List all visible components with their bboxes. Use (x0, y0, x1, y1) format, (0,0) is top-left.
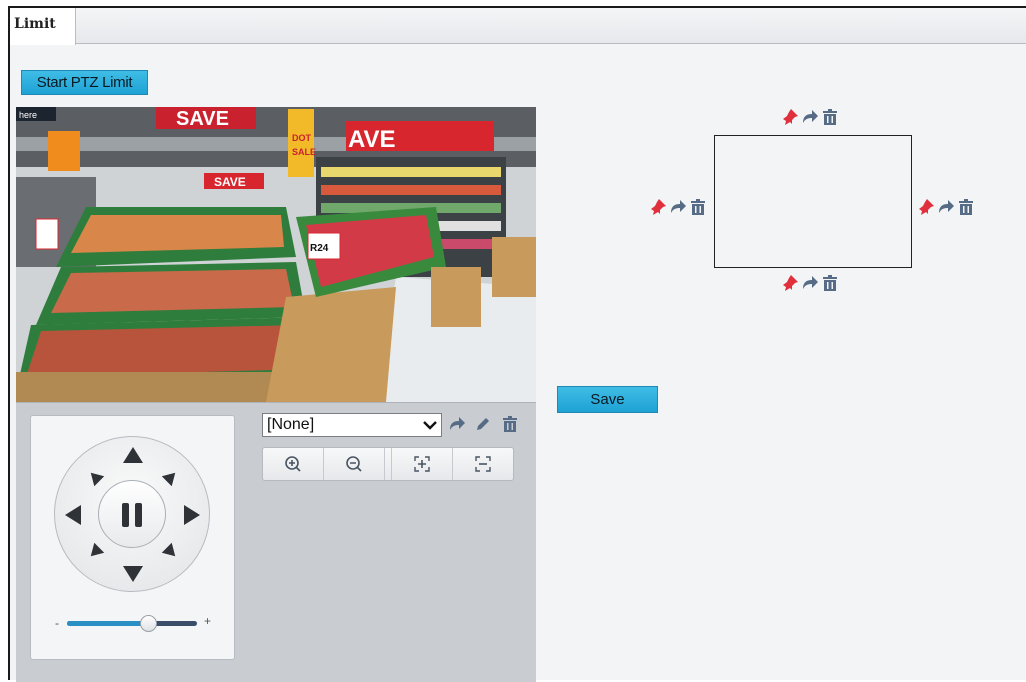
zoom-in-button[interactable] (263, 448, 324, 480)
focus-near-icon (414, 456, 430, 472)
video-preview: SAVE AVE DOT SALE SAVE R24 here (16, 107, 536, 402)
goto-bottom-limit-icon[interactable] (801, 274, 819, 297)
chevron-down-icon (423, 421, 437, 430)
speed-min-label: - (55, 616, 59, 630)
delete-bottom-limit-icon[interactable] (821, 274, 839, 297)
speed-slider-handle[interactable] (139, 615, 157, 632)
preset-selected-value: [None] (267, 416, 315, 433)
preset-actions (448, 415, 523, 435)
delete-left-limit-icon[interactable] (689, 198, 707, 221)
delete-top-limit-icon[interactable] (821, 108, 839, 131)
limit-bottom-actions (781, 274, 839, 297)
zoom-in-icon (285, 456, 301, 472)
start-ptz-limit-button[interactable]: Start PTZ Limit (21, 70, 148, 95)
preset-select[interactable]: [None] (262, 413, 442, 437)
speed-slider-fill (67, 621, 148, 626)
direction-pad (54, 436, 210, 592)
speed-slider[interactable] (67, 615, 197, 632)
pan-down-left-icon[interactable] (85, 542, 105, 562)
sign-sale: SALE (292, 147, 316, 157)
tab-bar: Limit (10, 8, 1026, 45)
delete-right-limit-icon[interactable] (957, 198, 975, 221)
speed-max-label: + (204, 614, 212, 628)
pause-button[interactable] (98, 480, 166, 548)
pan-up-right-icon[interactable] (161, 467, 181, 487)
ptz-pad-box: - + (30, 415, 235, 660)
pan-down-icon[interactable] (123, 566, 143, 582)
sign-ave: AVE (348, 126, 396, 153)
limit-top-actions (781, 108, 839, 131)
pause-icon (122, 503, 129, 527)
zoom-out-icon (346, 456, 362, 472)
pan-up-left-icon[interactable] (85, 467, 105, 487)
supermarket-scene-image: SAVE AVE DOT SALE SAVE R24 here (16, 107, 536, 402)
pan-left-icon[interactable] (65, 505, 81, 525)
sign-save-mid: SAVE (214, 175, 246, 189)
set-left-limit-pin-icon[interactable] (649, 198, 667, 221)
price-tag: R24 (310, 243, 329, 254)
focus-near-button[interactable] (391, 448, 453, 480)
sign-dot: DOT (292, 133, 312, 143)
set-top-limit-pin-icon[interactable] (781, 108, 799, 131)
pause-icon-bar (135, 503, 142, 527)
focus-far-icon (475, 456, 491, 472)
save-button[interactable]: Save (557, 386, 658, 413)
sign-save-top: SAVE (176, 108, 229, 130)
ptz-control-panel: - + [None] (16, 402, 536, 682)
set-bottom-limit-pin-icon[interactable] (781, 274, 799, 297)
pan-up-icon[interactable] (123, 447, 143, 463)
pan-right-icon[interactable] (184, 505, 200, 525)
pan-down-right-icon[interactable] (161, 542, 181, 562)
limit-left-actions (649, 198, 707, 221)
set-right-limit-pin-icon[interactable] (917, 198, 935, 221)
goto-top-limit-icon[interactable] (801, 108, 819, 131)
video-overlay-tag: here (19, 110, 37, 120)
ptz-limit-boundary-box (714, 135, 912, 268)
delete-preset-icon[interactable] (501, 415, 519, 438)
tab-limit[interactable]: Limit (10, 8, 76, 45)
zoom-focus-bar (262, 447, 514, 481)
goto-right-limit-icon[interactable] (937, 198, 955, 221)
focus-far-button[interactable] (453, 448, 513, 480)
edit-preset-icon[interactable] (474, 415, 492, 438)
limit-panel: Limit Start PTZ Limit SAVE AVE DOT SALE … (8, 6, 1026, 682)
zoom-out-button[interactable] (324, 448, 385, 480)
goto-left-limit-icon[interactable] (669, 198, 687, 221)
goto-preset-icon[interactable] (448, 415, 466, 438)
limit-right-actions (917, 198, 975, 221)
